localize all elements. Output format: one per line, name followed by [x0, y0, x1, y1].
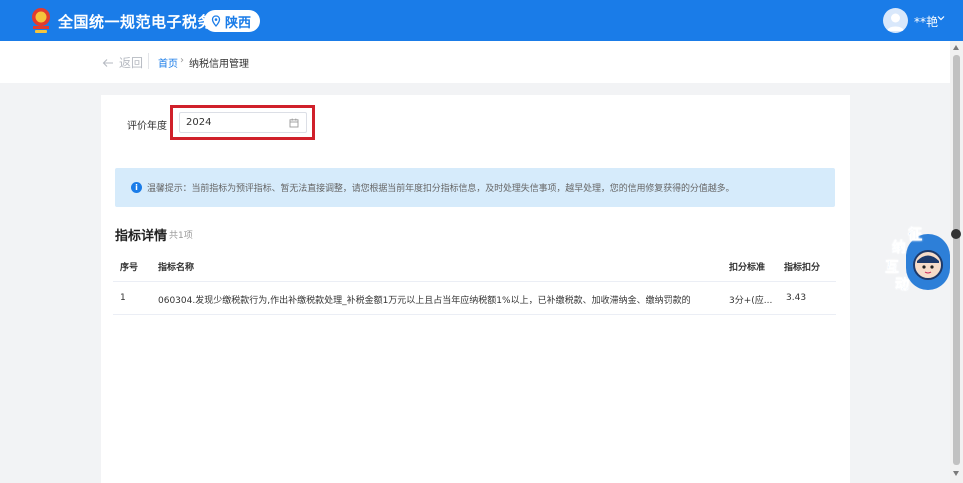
tax-emblem-icon — [32, 8, 50, 33]
user-icon — [887, 13, 904, 31]
column-header-index: 序号 — [120, 263, 139, 273]
site-title[interactable]: 全国统一规范电子税务局 — [58, 11, 229, 32]
year-label: 评价年度 — [127, 121, 167, 132]
year-value: 2024 — [186, 117, 212, 128]
cell-score: 3.43 — [786, 293, 807, 303]
widget-char: 征 — [908, 227, 923, 244]
arrow-left-icon — [102, 58, 113, 67]
top-header: 全国统一规范电子税务局 陕西 **艳 — [0, 0, 963, 41]
scroll-up-icon[interactable] — [953, 45, 959, 50]
info-icon: i — [131, 182, 142, 193]
table-row[interactable]: 1 060304.发现少缴税款行为,作出补缴税款处理_补税金额1万元以上且占当年… — [113, 282, 836, 315]
back-button[interactable]: 返回 — [102, 54, 143, 71]
calendar-icon — [289, 118, 299, 128]
chevron-down-icon[interactable] — [936, 13, 946, 23]
back-label: 返回 — [119, 56, 144, 70]
breadcrumb-home[interactable]: 首页 — [158, 55, 178, 70]
cell-name: 060304.发现少缴税款行为,作出补缴税款处理_补税金额1万元以上且占当年应纳… — [158, 296, 691, 306]
breadcrumb-bar: 返回 首页 › 纳税信用管理 — [0, 41, 950, 83]
cell-index: 1 — [120, 293, 126, 303]
cell-standard[interactable]: 3分+(应... — [729, 293, 772, 306]
tax-interaction-widget[interactable]: 征 纳 互 动 — [884, 226, 952, 294]
region-label: 陕西 — [225, 15, 252, 31]
user-name[interactable]: **艳 — [914, 13, 938, 30]
widget-char: 动 — [895, 277, 910, 294]
user-avatar[interactable] — [883, 8, 908, 33]
widget-char: 纳 — [892, 240, 907, 257]
mascot-icon — [913, 250, 943, 280]
year-picker[interactable]: 2024 — [179, 112, 307, 133]
notice-text: 温馨提示：当前指标为预评指标、暂无法直接调整，请您根据当前年度扣分指标信息，及时… — [147, 184, 735, 194]
column-header-name: 指标名称 — [158, 263, 195, 273]
location-pin-icon — [211, 15, 221, 27]
notice-banner: i 温馨提示：当前指标为预评指标、暂无法直接调整，请您根据当前年度扣分指标信息，… — [115, 168, 835, 207]
main-card: 评价年度 2024 i 温馨提示：当前指标为预评指标、暂无法直接调整，请您根据当… — [101, 95, 850, 483]
breadcrumb-current: 纳税信用管理 — [189, 59, 249, 70]
side-handle[interactable] — [951, 229, 961, 239]
section-count: 共1项 — [169, 231, 193, 241]
section-title: 指标详情 — [115, 229, 168, 244]
scrollbar-thumb[interactable] — [953, 55, 960, 465]
divider — [148, 53, 149, 69]
column-header-score: 指标扣分 — [784, 263, 821, 273]
scroll-down-icon[interactable] — [953, 471, 959, 476]
table-header: 序号 指标名称 扣分标准 指标扣分 — [113, 250, 836, 282]
region-selector[interactable]: 陕西 — [204, 10, 261, 32]
column-header-standard: 扣分标准 — [729, 263, 766, 273]
breadcrumb-separator: › — [180, 55, 184, 66]
